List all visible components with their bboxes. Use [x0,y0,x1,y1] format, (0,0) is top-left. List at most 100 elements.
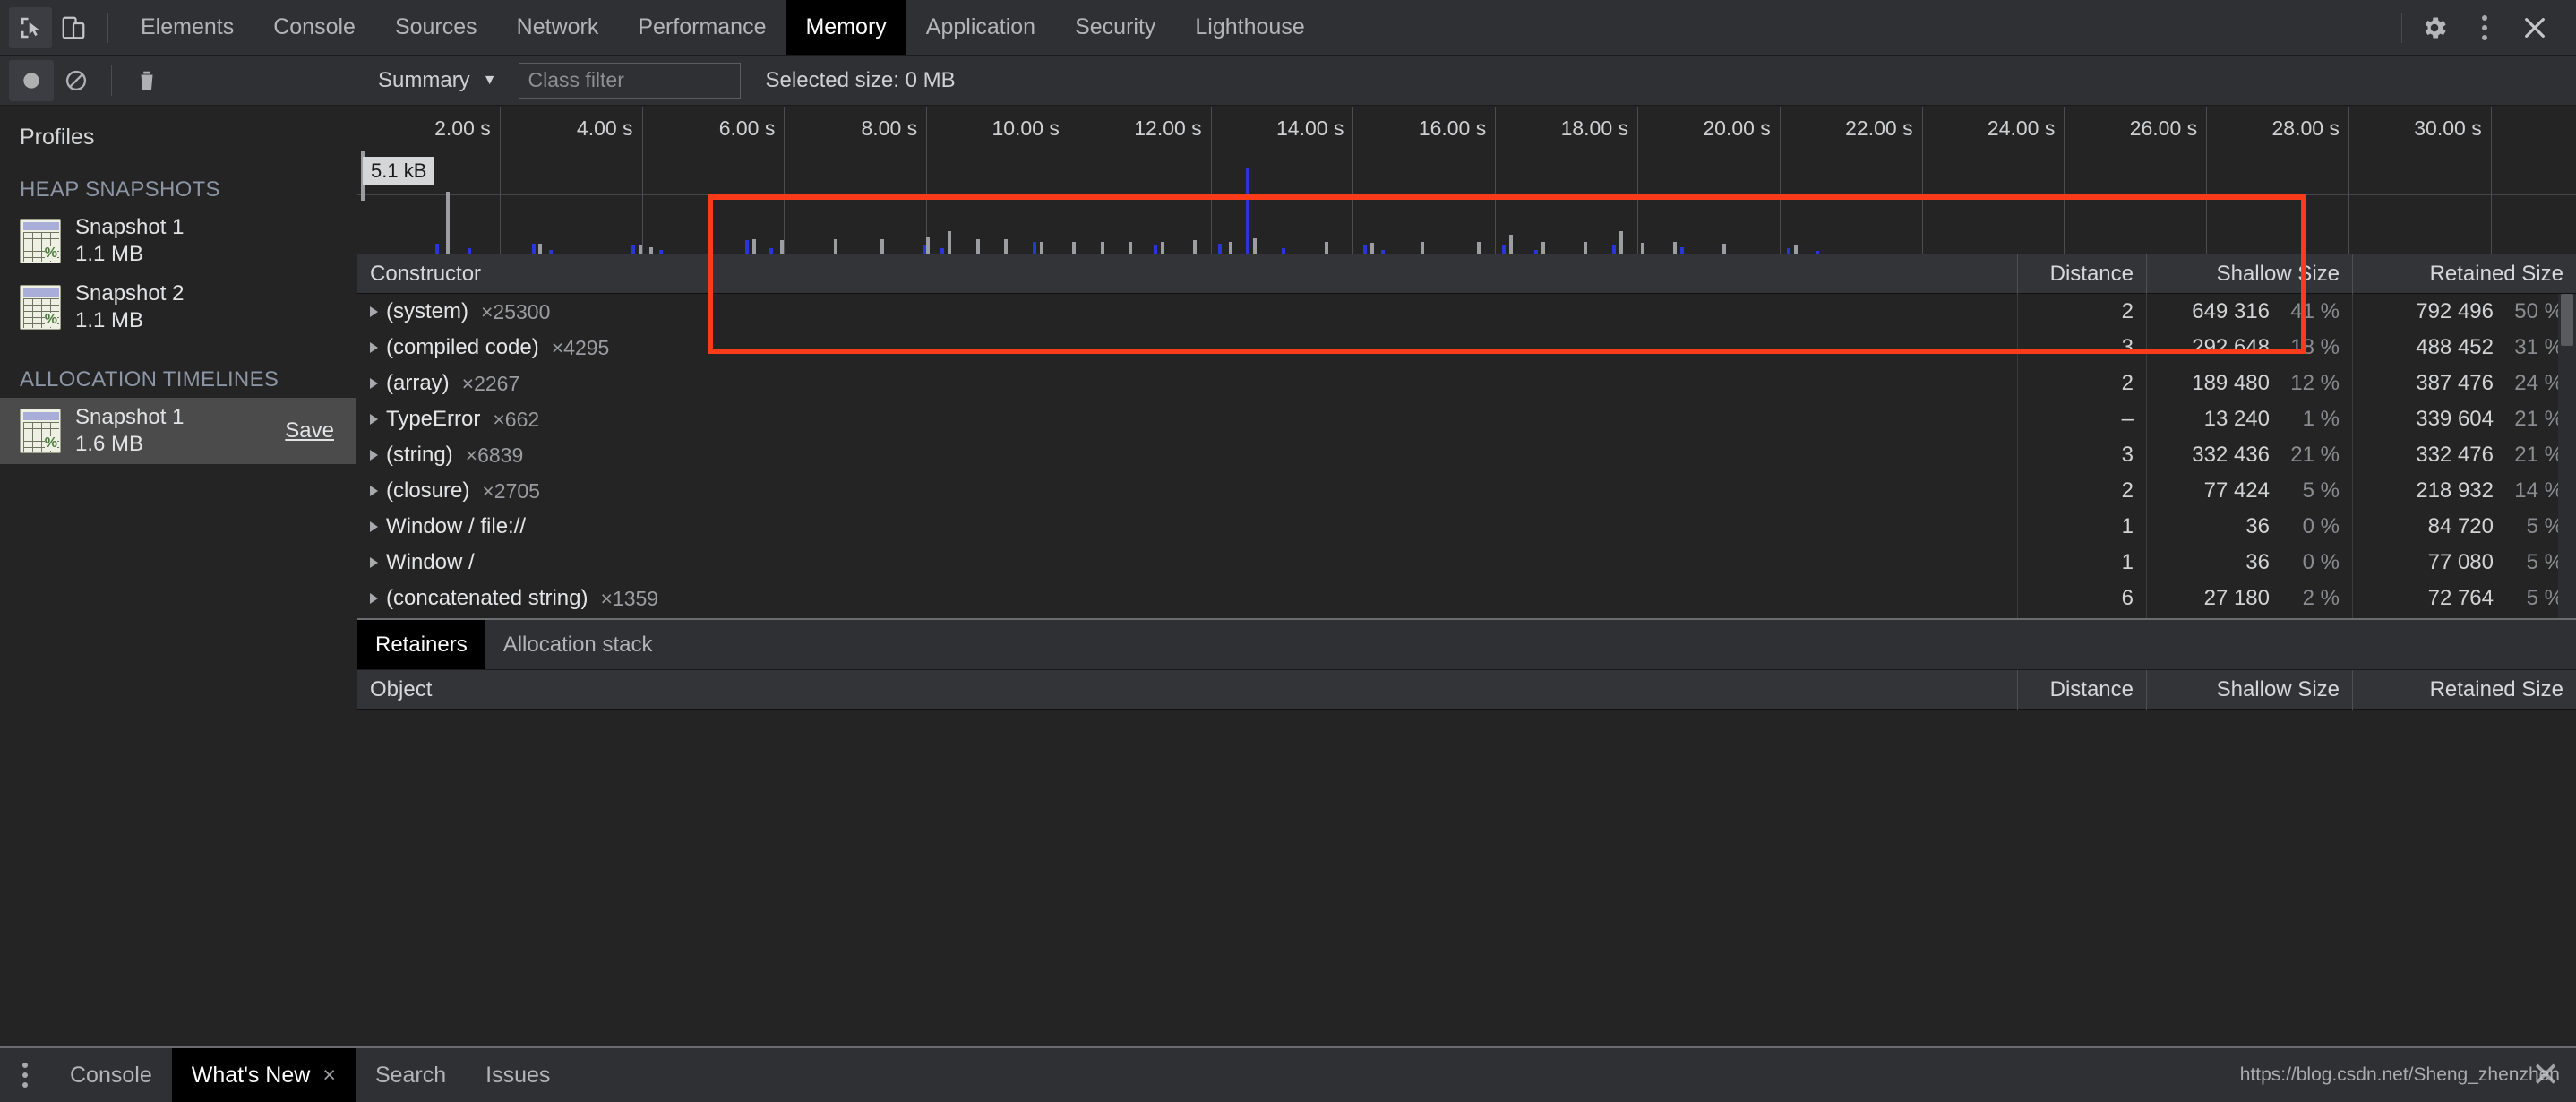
table-row[interactable]: Window / 1 36 0 % 77 080 5 % [357,545,2576,581]
cell-shallow-size: 13 240 1 % [2147,401,2353,437]
constructor-grid-scrollbar[interactable] [2558,294,2576,618]
allocation-bar [1071,241,1076,254]
table-row[interactable]: Window / file:// 1 36 0 % 84 720 5 % [357,509,2576,545]
delete-profile-icon[interactable] [125,60,169,101]
stop-recording-icon[interactable] [54,60,99,101]
tab-performance[interactable]: Performance [618,0,786,55]
drawer-tab-console[interactable]: Console [50,1048,172,1102]
column-header-retainer-distance[interactable]: Distance [2018,669,2147,710]
settings-gear-icon[interactable] [2409,3,2460,53]
allocation-bar [648,247,653,254]
drawer-tab-whats-new[interactable]: What's New × [171,1048,356,1102]
watermark-url: https://blog.csdn.net/Sheng_zhenzhen [2239,1064,2560,1085]
tab-allocation-stack[interactable]: Allocation stack [485,620,671,669]
percent: 24 % [2514,371,2563,395]
tab-security[interactable]: Security [1055,0,1175,55]
allocation-timeline-chart[interactable]: 2.00 s 4.00 s 6.00 s 8.00 s 10.00 s 12.00 s 14… [357,107,2576,254]
drawer-menu-icon[interactable] [0,1048,50,1102]
allocation-bar [659,249,664,254]
column-header-shallow-size[interactable]: Shallow Size [2147,254,2353,294]
column-header-distance[interactable]: Distance [2018,254,2147,294]
watermark: https://blog.csdn.net/Sheng_zhenzhen ✕ [2240,1048,2576,1102]
close-devtools-icon[interactable] [2510,3,2560,53]
constructor-name: (string) [386,443,453,467]
allocation-bar [1004,239,1009,254]
snapshot-text-group: Snapshot 1 1.1 MB [75,215,184,266]
table-row[interactable]: (array) ×2267 2 189 480 12 % 387 476 24 % [357,366,2576,401]
tab-console[interactable]: Console [253,0,375,55]
expand-triangle-icon[interactable] [370,306,378,317]
allocation-bar [1477,241,1481,254]
toolbar-divider [107,12,108,43]
cell-distance: 6 [2018,581,2147,616]
devtools-top-bar: Elements Console Sources Network Perform… [0,0,2576,56]
expand-triangle-icon[interactable] [370,414,378,425]
sidebar-item-allocation-snapshot-1[interactable]: % Snapshot 1 1.6 MB Save [0,398,356,464]
more-options-icon[interactable] [2460,3,2510,53]
record-heap-snapshot-icon[interactable] [9,59,54,101]
constructor-name: (compiled code) [386,335,539,359]
constructor-name: Window / [386,550,475,574]
column-header-constructor[interactable]: Constructor [357,254,2018,294]
cell-constructor: (concatenated string) ×1359 [357,581,2018,616]
tab-application[interactable]: Application [906,0,1055,55]
view-mode-select[interactable]: Summary ▼ [369,68,506,93]
value: 292 648 [2192,335,2270,359]
percent: 5 % [2526,550,2563,574]
allocation-bar [538,243,543,254]
percent: 21 % [2514,443,2563,467]
bottom-drawer: Console What's New × Search Issues https… [0,1046,2576,1102]
snapshot-icon: % [20,285,61,330]
table-row[interactable]: TypeError ×662 – 13 240 1 % 339 604 21 % [357,401,2576,437]
column-header-retained-size[interactable]: Retained Size [2353,254,2576,294]
expand-triangle-icon[interactable] [370,378,378,389]
close-icon[interactable]: × [322,1063,336,1089]
table-row[interactable]: (closure) ×2705 2 77 424 5 % 218 932 14 % [357,473,2576,509]
inspect-element-icon[interactable] [9,6,52,48]
class-filter-input[interactable] [518,62,741,99]
allocation-bar [1363,244,1368,254]
sidebar-item-snapshot-2[interactable]: % Snapshot 2 1.1 MB [0,274,356,340]
scrollbar-thumb[interactable] [2561,294,2573,346]
column-header-object[interactable]: Object [357,669,2018,710]
size-marker-label: 5.1 kB [363,157,435,185]
percent: 18 % [2290,335,2340,359]
snapshot-size: 1.1 MB [75,308,144,332]
device-toolbar-icon[interactable] [52,7,95,48]
tab-sources[interactable]: Sources [375,0,497,55]
percent: 14 % [2514,478,2563,503]
expand-triangle-icon[interactable] [370,486,378,496]
column-header-retainer-retained-size[interactable]: Retained Size [2353,670,2576,710]
drawer-tab-issues[interactable]: Issues [466,1048,570,1102]
drawer-tab-search[interactable]: Search [356,1048,466,1102]
allocation-bar [833,239,837,254]
value: 488 452 [2416,335,2494,359]
expand-triangle-icon[interactable] [370,521,378,532]
save-profile-link[interactable]: Save [285,418,343,443]
value: 649 316 [2192,299,2270,323]
table-row[interactable]: (string) ×6839 3 332 436 21 % 332 476 21 % [357,437,2576,473]
tab-retainers[interactable]: Retainers [357,620,485,669]
cell-retained-size: 339 604 21 % [2353,401,2576,437]
constructor-name: (closure) [386,478,470,503]
sidebar-item-snapshot-1[interactable]: % Snapshot 1 1.1 MB [0,208,356,274]
expand-triangle-icon[interactable] [370,450,378,461]
tab-network[interactable]: Network [497,0,619,55]
percent: 12 % [2290,371,2340,395]
table-row[interactable]: (concatenated string) ×1359 6 27 180 2 % 72 7… [357,581,2576,616]
table-row[interactable]: (compiled code) ×4295 3 292 648 18 % 488 452 3… [357,330,2576,366]
allocation-bar [1815,250,1819,254]
expand-triangle-icon[interactable] [370,557,378,568]
value: 36 [2245,550,2270,574]
table-row[interactable]: (system) ×25300 2 649 316 41 % 792 496 50 % [357,294,2576,330]
value: 387 476 [2416,371,2494,395]
expand-triangle-icon[interactable] [370,593,378,604]
column-header-retainer-shallow-size[interactable]: Shallow Size [2147,669,2353,710]
value: 339 604 [2416,407,2494,431]
tab-lighthouse[interactable]: Lighthouse [1175,0,1324,55]
tab-memory[interactable]: Memory [786,0,906,55]
value: 332 436 [2192,443,2270,467]
expand-triangle-icon[interactable] [370,342,378,353]
allocation-bar [1612,244,1617,254]
tab-elements[interactable]: Elements [121,0,253,55]
